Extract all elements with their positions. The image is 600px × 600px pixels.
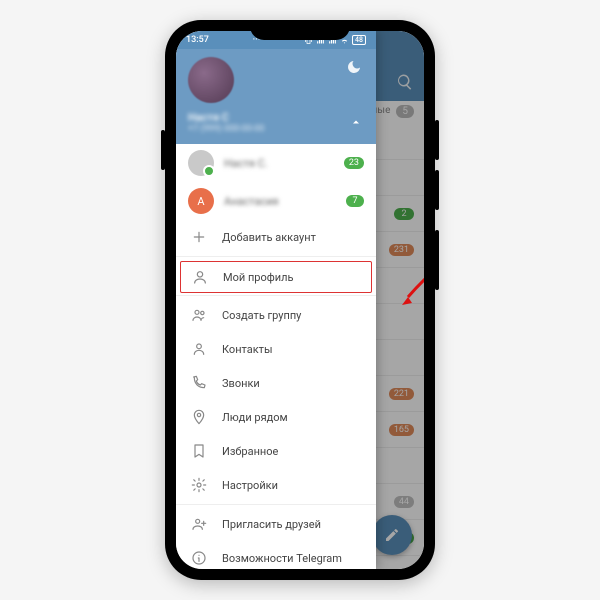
chevron-up-icon [350, 116, 362, 128]
invite-friends-item[interactable]: Пригласить друзей [176, 507, 376, 541]
signal-icon [316, 36, 325, 45]
person-icon [191, 341, 207, 357]
account-item[interactable]: А Анастасия 7 [176, 182, 376, 220]
navigation-drawer: 13:57 ··· 48 Настя С +7 (999) 000-00-00 [176, 31, 376, 569]
avatar [188, 150, 214, 176]
new-group-item[interactable]: Создать группу [176, 298, 376, 332]
menu-label: Избранное [222, 445, 278, 458]
wifi-icon [340, 36, 349, 45]
night-mode-toggle[interactable] [346, 59, 362, 79]
phone-icon [191, 375, 207, 391]
menu-label: Контакты [222, 343, 273, 356]
menu-label: Добавить аккаунт [222, 231, 316, 244]
screen: чные 5 13:5213:5013:50223113:3313:222211… [176, 31, 424, 569]
menu-label: Настройки [222, 479, 278, 492]
phone-frame: чные 5 13:5213:5013:50223113:3313:222211… [165, 20, 435, 580]
drawer-header: Настя С +7 (999) 000-00-00 [176, 49, 376, 144]
menu-label: Пригласить друзей [222, 518, 321, 531]
contacts-item[interactable]: Контакты [176, 332, 376, 366]
drawer-username: Настя С [188, 111, 364, 124]
group-icon [191, 307, 207, 323]
account-item[interactable]: Настя С. 23 [176, 144, 376, 182]
people-nearby-item[interactable]: Люди рядом [176, 400, 376, 434]
nearby-icon [191, 409, 207, 425]
settings-item[interactable]: Настройки [176, 468, 376, 502]
plus-icon [191, 229, 207, 245]
account-list: Настя С. 23А Анастасия 7 [176, 144, 376, 220]
my-profile-item[interactable]: Мой профиль [180, 261, 372, 293]
info-icon [191, 550, 207, 566]
drawer-menu: Мой профиль Создать группу Контакты Звон… [176, 259, 376, 569]
status-time: 13:57 [186, 35, 209, 45]
avatar: А [188, 188, 214, 214]
accounts-toggle[interactable] [350, 113, 362, 132]
menu-label: Люди рядом [222, 411, 288, 424]
battery-indicator: 48 [352, 35, 366, 45]
unread-badge: 23 [344, 157, 364, 169]
saved-messages-item[interactable]: Избранное [176, 434, 376, 468]
add-account-item[interactable]: Добавить аккаунт [176, 220, 376, 254]
telegram-features-item[interactable]: Возможности Telegram [176, 541, 376, 569]
menu-label: Возможности Telegram [222, 552, 342, 565]
signal-icon [328, 36, 337, 45]
drawer-phone: +7 (999) 000-00-00 [188, 124, 364, 134]
calls-item[interactable]: Звонки [176, 366, 376, 400]
gear-icon [191, 477, 207, 493]
bookmark-icon [191, 443, 207, 459]
status-bar: 13:57 ··· 48 [176, 31, 376, 49]
add-person-icon [191, 516, 207, 532]
menu-label: Звонки [222, 377, 260, 390]
account-name: Настя С. [224, 157, 334, 170]
vibrate-icon [304, 36, 313, 45]
avatar[interactable] [188, 57, 234, 103]
unread-badge: 7 [346, 195, 364, 207]
moon-icon [346, 59, 362, 75]
menu-label: Мой профиль [223, 271, 293, 284]
menu-label: Создать группу [222, 309, 301, 322]
profile-icon [192, 269, 208, 285]
account-name: Анастасия [224, 195, 336, 208]
